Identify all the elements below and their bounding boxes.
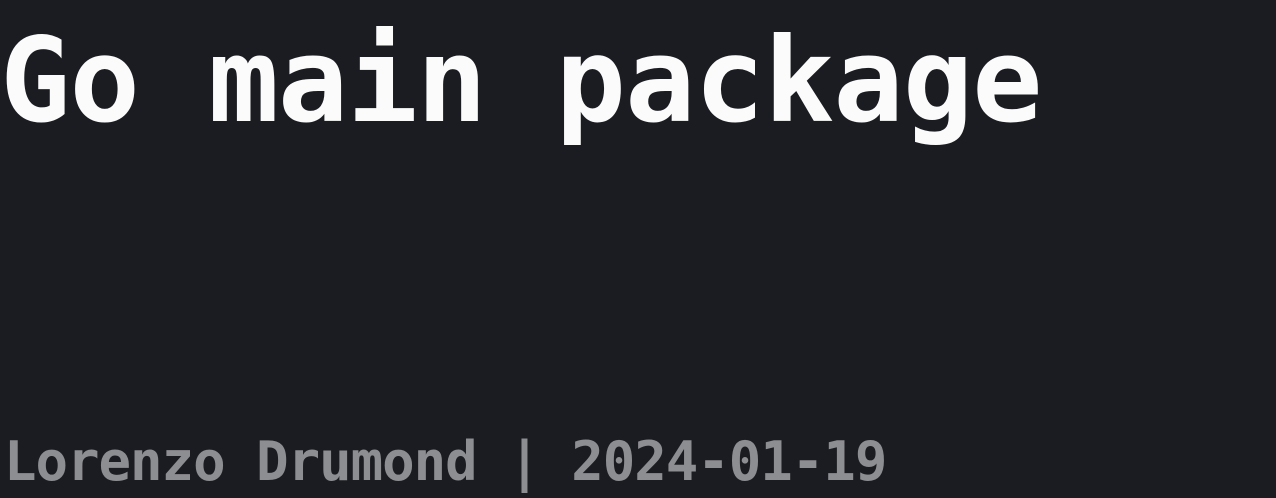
post-byline: Lorenzo Drumond | 2024-01-19 bbox=[4, 430, 887, 494]
post-date: 2024-01-19 bbox=[571, 430, 887, 493]
post-header: Go main package Lorenzo Drumond | 2024-0… bbox=[0, 0, 1276, 498]
post-title: Go main package bbox=[0, 12, 1043, 149]
post-author: Lorenzo Drumond bbox=[4, 430, 478, 493]
byline-separator: | bbox=[508, 430, 541, 493]
